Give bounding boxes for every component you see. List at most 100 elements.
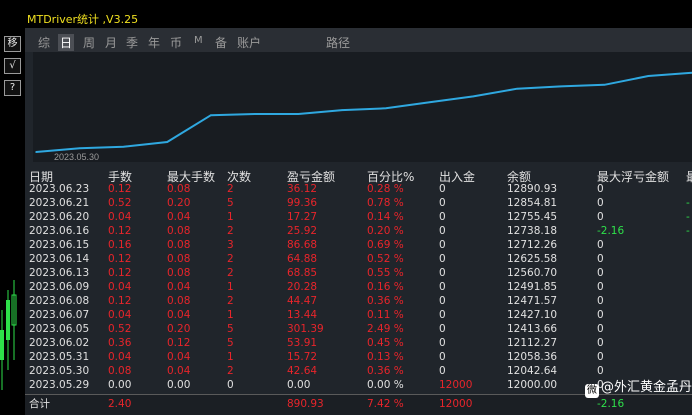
cell-deposit: 0 [439, 211, 446, 223]
cell-percent: 0.36 % [367, 365, 404, 377]
cell-date: 2023.06.16 [29, 225, 90, 237]
balance-point [516, 87, 518, 90]
total-percent: 7.42 % [367, 398, 404, 410]
total-label: 合计 [29, 398, 50, 410]
cell-balance: 12471.57 [507, 295, 558, 307]
balance-point [166, 141, 168, 143]
cell-percent: 2.49 % [367, 323, 404, 335]
cell-balance: 12491.85 [507, 281, 558, 293]
cell-lots: 0.16 [108, 239, 132, 251]
table-row: 2023.06.13 0.12 0.08 2 68.85 0.55 % 0 12560.70 0 [25, 266, 692, 280]
cell-deposit: 0 [439, 183, 446, 195]
balance-point [647, 75, 650, 77]
balance-point [35, 151, 37, 153]
table-row: 2023.06.09 0.04 0.04 1 20.28 0.16 % 0 12491.85 0 [25, 280, 692, 294]
cell-date: 2023.06.14 [29, 253, 90, 265]
cell-deposit: 0 [439, 281, 446, 293]
tab-quarter[interactable]: 季 [126, 34, 138, 51]
tab-account[interactable]: 账户 [237, 34, 261, 51]
tab-magic[interactable]: M [194, 35, 203, 46]
tab-note[interactable]: 备 [215, 34, 227, 51]
total-profit: 890.93 [287, 398, 324, 410]
cell-balance: 12890.93 [507, 183, 558, 195]
tab-path[interactable]: 路径 [326, 34, 350, 51]
table-header: 日期 手数 最大手数 次数 盈亏金额 百分比% 出入金 余额 最大浮亏金额 最 [25, 168, 692, 184]
cell-count: 5 [227, 337, 234, 349]
cell-count: 1 [227, 309, 234, 321]
cell-date: 2023.06.21 [29, 197, 90, 209]
cell-profit: 36.12 [287, 183, 318, 195]
cell-profit: 53.91 [287, 337, 318, 349]
cell-max-lots: 0.08 [167, 183, 191, 195]
cell-percent: 0.55 % [367, 267, 404, 279]
cell-profit: 13.44 [287, 309, 318, 321]
cell-max-lots: 0.08 [167, 253, 191, 265]
tab-day[interactable]: 日 [58, 34, 75, 51]
cell-lots: 0.04 [108, 351, 132, 363]
cell-date: 2023.06.13 [29, 267, 90, 279]
cell-balance: 12413.66 [507, 323, 558, 335]
chart-xlabel-first: 2023.05.30 [54, 152, 99, 162]
check-button[interactable]: √ [4, 58, 21, 74]
cell-max-lots: 0.04 [167, 365, 191, 377]
cell-max-lots: 0.08 [167, 225, 191, 237]
cell-deposit: 0 [439, 197, 446, 209]
table-row: 2023.05.31 0.04 0.04 1 15.72 0.13 % 0 12058.36 0 [25, 350, 692, 364]
cell-percent: 0.69 % [367, 239, 404, 251]
cell-date: 2023.05.29 [29, 379, 90, 391]
cell-count: 1 [227, 351, 234, 363]
cell-date: 2023.06.23 [29, 183, 90, 195]
cell-max-lots: 0.04 [167, 281, 191, 293]
cell-lots: 0.36 [108, 337, 132, 349]
balance-point [385, 107, 387, 110]
table-row: 2023.06.20 0.04 0.04 1 17.27 0.14 % 0 12755.45 0… [25, 210, 692, 224]
cell-lots: 0.12 [108, 253, 132, 265]
balance-point [428, 101, 431, 103]
tab-year[interactable]: 年 [148, 34, 160, 51]
cell-max-floating-loss: 0 [597, 211, 604, 223]
tab-currency[interactable]: 币 [170, 34, 182, 51]
cell-balance: 12625.58 [507, 253, 558, 265]
weibo-icon: 微 [585, 384, 599, 398]
tab-bar: 综 日 周 月 季 年 币 M 备 账户 路径 [25, 28, 692, 52]
balance-point [560, 85, 562, 88]
cell-percent: 0.28 % [367, 183, 404, 195]
cell-percent: 0.45 % [367, 337, 404, 349]
cell-more: - [686, 211, 690, 223]
cell-max-lots: 0.08 [167, 267, 191, 279]
cell-percent: 0.78 % [367, 197, 404, 209]
total-deposit: 12000 [439, 398, 473, 410]
tab-month[interactable]: 月 [105, 34, 117, 51]
table-row: 2023.06.08 0.12 0.08 2 44.47 0.36 % 0 12471.57 0 [25, 294, 692, 308]
cell-percent: 0.36 % [367, 295, 404, 307]
balance-point [341, 109, 343, 111]
cell-balance: 12560.70 [507, 267, 558, 279]
cell-balance: 12042.64 [507, 365, 558, 377]
cell-profit: 20.28 [287, 281, 318, 293]
cell-lots: 0.52 [108, 197, 132, 209]
cell-profit: 17.27 [287, 211, 318, 223]
cell-count: 2 [227, 365, 234, 377]
cell-max-floating-loss: 0 [597, 295, 604, 307]
cell-max-lots: 0.08 [167, 239, 191, 251]
total-lots: 2.40 [108, 398, 132, 410]
help-button[interactable]: ? [4, 80, 21, 96]
tab-overview[interactable]: 综 [38, 34, 50, 51]
cell-count: 5 [227, 323, 234, 335]
tab-week[interactable]: 周 [83, 34, 95, 51]
cell-date: 2023.06.02 [29, 337, 90, 349]
background-price-chart [0, 280, 17, 390]
cell-deposit: 0 [439, 253, 446, 265]
table-row: 2023.06.21 0.52 0.20 5 99.36 0.78 % 0 12854.81 0… [25, 196, 692, 210]
cell-percent: 0.52 % [367, 253, 404, 265]
cell-deposit: 0 [439, 225, 446, 237]
cell-deposit: 0 [439, 295, 446, 307]
cell-max-floating-loss: 0 [597, 351, 604, 363]
cell-max-floating-loss: 0 [597, 183, 604, 195]
title-bar: MTDriver统计 ,V3.25 [25, 0, 692, 28]
cell-deposit: 0 [439, 323, 446, 335]
move-button[interactable]: 移 [4, 36, 21, 52]
cell-lots: 0.12 [108, 267, 132, 279]
cell-max-lots: 0.20 [167, 197, 191, 209]
cell-date: 2023.06.15 [29, 239, 90, 251]
